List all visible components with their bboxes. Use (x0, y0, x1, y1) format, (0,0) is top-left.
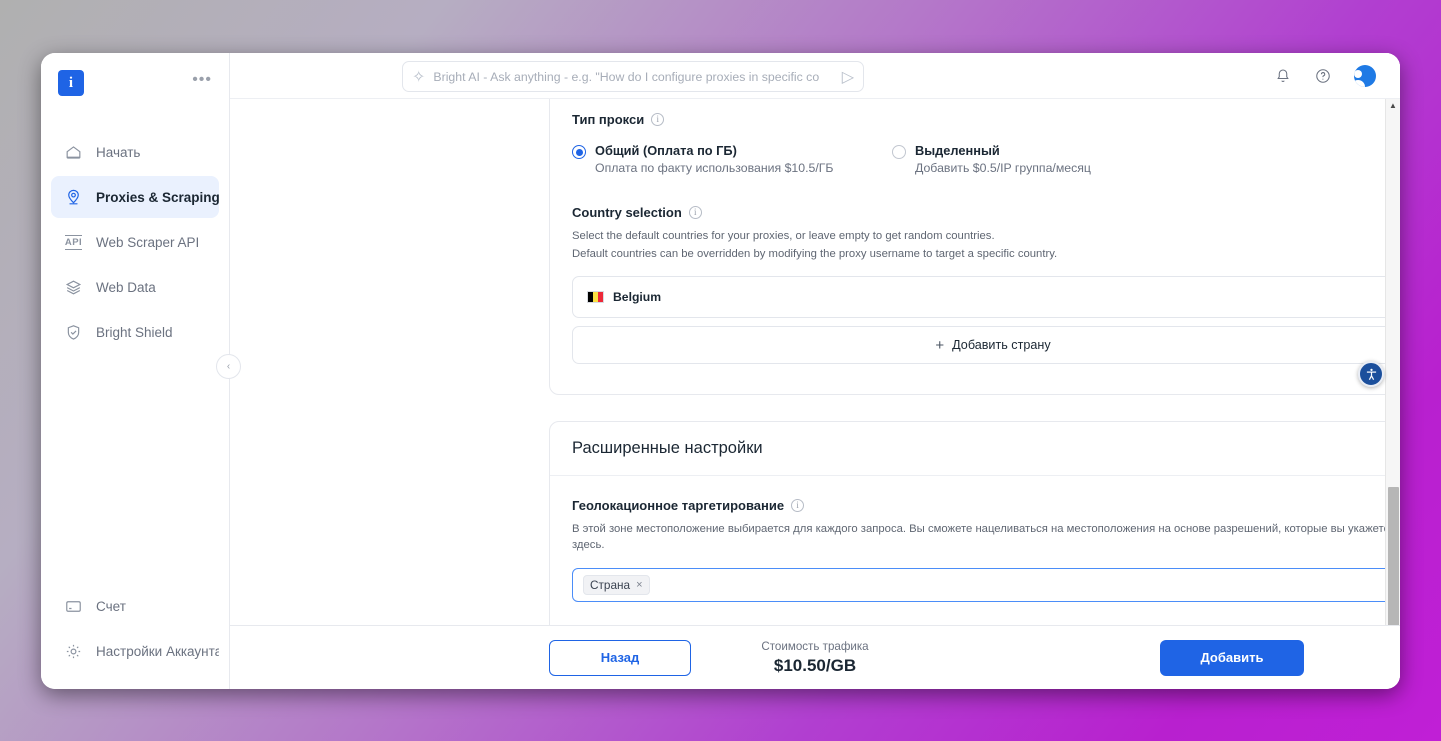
proxy-type-label-row: Тип прокси i (572, 112, 1400, 127)
sidebar-nav-secondary: Счет Настройки Аккаунта (41, 582, 229, 689)
sidebar-item-web-data[interactable]: Web Data (51, 266, 219, 308)
geo-targeting-select[interactable]: Страна × (572, 568, 1400, 602)
user-avatar[interactable] (1354, 64, 1376, 87)
country-selection-label-row: Country selection i (572, 205, 1400, 220)
settings-content: Тип прокси i Общий (Оплата по ГБ) Оплата… (230, 99, 1400, 625)
scrollbar-thumb[interactable] (1388, 487, 1399, 625)
add-country-label: Добавить страну (952, 338, 1051, 352)
radio-subtitle: Добавить $0.5/IP группа/месяц (915, 161, 1091, 175)
traffic-cost-block: Стоимость трафика $10.50/GB (761, 640, 868, 676)
traffic-cost-caption: Стоимость трафика (761, 639, 869, 653)
add-button[interactable]: Добавить (1160, 639, 1304, 676)
sidebar-item-label: Настройки Аккаунта (96, 643, 219, 659)
country-selection-desc-1: Select the default countries for your pr… (572, 230, 995, 242)
sidebar-overflow-menu[interactable]: ••• (192, 72, 212, 91)
top-bar-actions (1274, 64, 1378, 87)
vertical-scrollbar[interactable]: ▲ (1385, 99, 1400, 625)
sidebar-item-billing[interactable]: Счет (51, 585, 219, 627)
layers-icon (63, 277, 84, 298)
back-button[interactable]: Назад (549, 639, 691, 676)
ai-search-input[interactable]: ✧ Bright AI - Ask anything - e.g. "How d… (402, 61, 864, 92)
advanced-settings-body: Геолокационное таргетирование i В этой з… (550, 476, 1400, 625)
sidebar-item-label: Web Scraper API (96, 234, 200, 250)
info-icon[interactable]: i (791, 499, 805, 512)
sparkle-icon: ✧ (412, 68, 426, 86)
sidebar-header: i ••• (41, 53, 229, 96)
radio-subtitle: Оплата по факту использования $10.5/ГБ (595, 161, 834, 175)
geo-targeting-label: Геолокационное таргетирование (572, 498, 785, 513)
top-bar: ✧ Bright AI - Ask anything - e.g. "How d… (230, 53, 1400, 98)
api-icon: API (64, 234, 83, 250)
footer-action-bar: Назад Стоимость трафика $10.50/GB Добави… (230, 625, 1400, 689)
main-area: ✧ Bright AI - Ask anything - e.g. "How d… (230, 53, 1400, 689)
chip-label: Страна (590, 578, 631, 592)
ai-search-placeholder: Bright AI - Ask anything - e.g. "How do … (433, 69, 820, 84)
location-pin-icon (63, 187, 84, 208)
bell-icon[interactable] (1274, 67, 1292, 85)
country-selection-label: Country selection (572, 205, 682, 220)
sidebar-item-proxies-scraping[interactable]: Proxies & Scraping (51, 176, 219, 218)
add-country-button[interactable]: + Добавить страну (572, 326, 1400, 364)
sidebar: i ••• Начать Proxies & Scraping API Web … (41, 53, 241, 689)
country-selection-desc-2: Default countries can be overridden by m… (572, 248, 1058, 260)
radio-indicator (572, 145, 586, 159)
radio-dedicated[interactable]: Выделенный Добавить $0.5/IP группа/месяц (892, 143, 1212, 175)
belgium-flag-icon (587, 291, 604, 303)
radio-title: Выделенный (915, 143, 1000, 158)
app-window: i ••• Начать Proxies & Scraping API Web … (41, 53, 1400, 689)
sidebar-item-label: Web Data (96, 279, 156, 295)
country-name: Belgium (613, 290, 662, 304)
proxy-type-section: Тип прокси i Общий (Оплата по ГБ) Оплата… (550, 112, 1400, 175)
home-icon (63, 142, 84, 163)
sidebar-collapse-button[interactable]: ‹ (216, 354, 241, 379)
selected-country-row[interactable]: Belgium ✕ (572, 276, 1400, 318)
radio-indicator (892, 145, 906, 159)
info-icon[interactable]: i (651, 113, 665, 126)
sidebar-item-label: Bright Shield (96, 324, 173, 340)
sidebar-nav-primary: Начать Proxies & Scraping API Web Scrape… (41, 128, 229, 356)
advanced-settings-header[interactable]: Расширенные настройки (550, 422, 1400, 476)
proxy-type-label: Тип прокси (572, 112, 645, 127)
radio-title: Общий (Оплата по ГБ) (595, 143, 737, 158)
shield-check-icon (63, 322, 84, 343)
scroll-region: Тип прокси i Общий (Оплата по ГБ) Оплата… (230, 98, 1400, 625)
geo-targeting-description: В этой зоне местоположение выбирается дл… (572, 523, 1390, 551)
sidebar-item-account-settings[interactable]: Настройки Аккаунта (51, 630, 219, 672)
gear-icon (63, 641, 84, 662)
geo-chip-country[interactable]: Страна × (583, 575, 650, 595)
help-icon[interactable] (1314, 67, 1332, 85)
traffic-cost-value: $10.50/GB (773, 655, 857, 675)
sidebar-item-label: Счет (96, 598, 126, 614)
sidebar-item-web-scraper-api[interactable]: API Web Scraper API (51, 221, 219, 263)
radio-shared-pay-per-gb[interactable]: Общий (Оплата по ГБ) Оплата по факту исп… (572, 143, 892, 175)
advanced-settings-card: Расширенные настройки Геолокационное тар… (549, 421, 1400, 625)
scroll-up-arrow-icon[interactable]: ▲ (1389, 101, 1397, 110)
geo-targeting-label-row: Геолокационное таргетирование i (572, 498, 1400, 513)
sidebar-item-bright-shield[interactable]: Bright Shield (51, 311, 219, 353)
brand-logo[interactable]: i (58, 70, 84, 96)
send-icon[interactable]: ▷ (842, 67, 854, 87)
info-icon[interactable]: i (688, 206, 702, 219)
plus-icon: + (935, 336, 945, 354)
sidebar-item-label: Proxies & Scraping (96, 189, 219, 205)
basic-settings-card: Тип прокси i Общий (Оплата по ГБ) Оплата… (549, 99, 1400, 395)
proxy-type-options: Общий (Оплата по ГБ) Оплата по факту исп… (572, 143, 1400, 175)
sidebar-item-label: Начать (96, 144, 141, 160)
sidebar-item-start[interactable]: Начать (51, 131, 219, 173)
accessibility-icon[interactable] (1358, 361, 1384, 387)
credit-card-icon (63, 596, 84, 617)
chip-remove-icon[interactable]: × (636, 579, 642, 591)
advanced-settings-title: Расширенные настройки (572, 439, 763, 457)
country-selection-section: Country selection i Select the default c… (550, 205, 1400, 364)
